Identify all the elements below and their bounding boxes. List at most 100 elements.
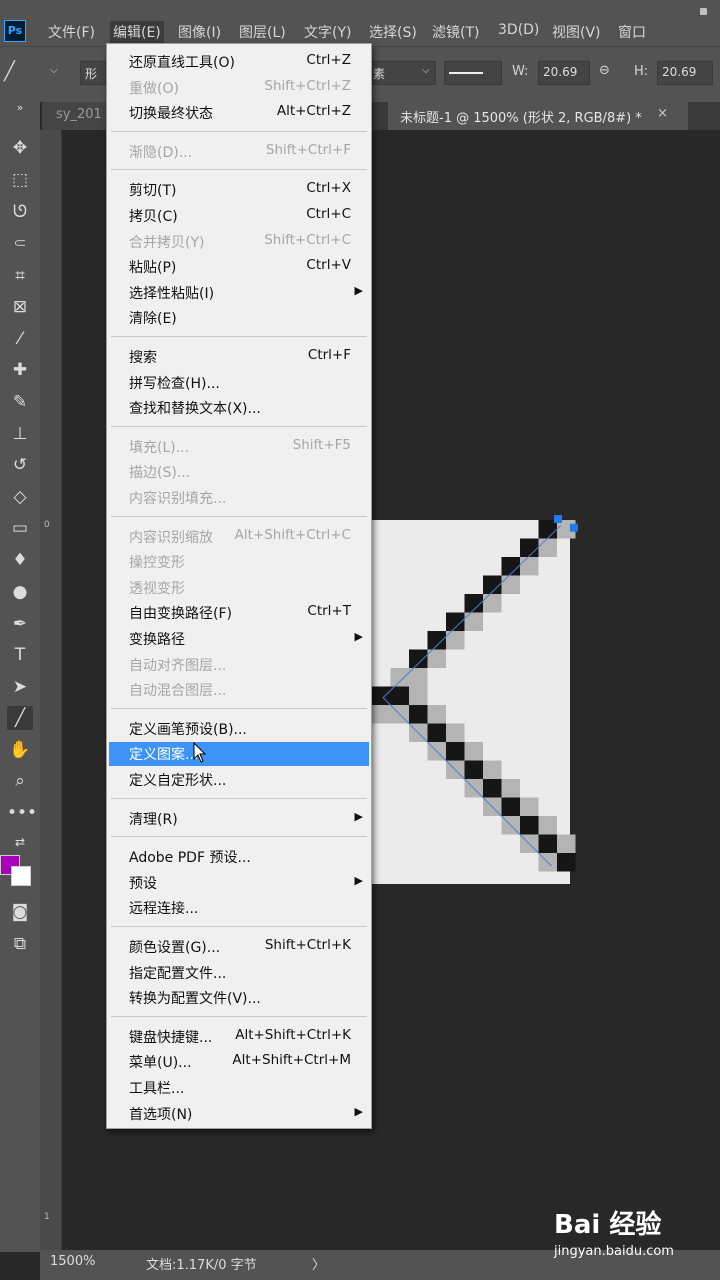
menu-item[interactable]: 颜色设置(G)... Shift+Ctrl+K [109,935,369,959]
menu-edit[interactable]: 编辑(E) [110,21,164,43]
menu-item[interactable]: 定义画笔预设(B)... [109,717,369,741]
gradient-tool-icon[interactable]: ▭ [7,516,33,540]
canvas-pixel [409,668,428,687]
menu-item-shortcut: Ctrl+V [306,257,351,274]
status-arrow-icon[interactable]: 〉 [312,1254,325,1273]
submenu-arrow-icon: ▶ [354,1104,363,1118]
canvas-pixel [427,705,446,724]
crop-tool-icon[interactable]: ⌗ [7,264,33,288]
canvas-pixel [538,834,557,853]
menu-item-label: 还原直线工具(O) [129,55,235,71]
menu-item[interactable]: 自由变换路径(F) Ctrl+T [109,601,369,625]
menu-item[interactable]: 变换路径 ▶ [109,627,369,651]
path-select-icon[interactable]: ➤ [7,675,33,699]
blur-tool-icon[interactable]: ♦ [7,548,33,572]
healing-brush-icon[interactable]: ✚ [7,358,33,382]
menu-item[interactable]: 工具栏... [109,1076,369,1100]
menu-item-label: 重做(O) [129,80,179,97]
menu-item-label: 描边(S)... [129,465,191,482]
dodge-tool-icon[interactable]: ● [7,580,33,604]
menu-file[interactable]: 文件(F) [48,22,95,42]
zoom-tool-icon[interactable]: ⌕ [7,769,33,793]
more-tools-icon[interactable]: ••• [7,801,37,825]
height-label: H: [634,64,649,79]
menu-3d[interactable]: 3D(D) [498,22,539,38]
menu-item[interactable]: Adobe PDF 预设... [109,845,369,869]
menu-separator [111,1015,367,1017]
quick-select-tool-icon[interactable]: ⸦ [7,232,33,256]
chevron-down-icon[interactable]: ⌵ [50,65,58,76]
menu-item[interactable]: 键盘快捷键... Alt+Shift+Ctrl+K [109,1025,369,1049]
menu-item[interactable]: 指定配置文件... [109,961,369,985]
canvas-pixel [520,557,539,576]
stroke-type-select[interactable] [444,61,502,85]
height-input[interactable]: 20.69 [657,61,713,85]
menu-window[interactable]: 窗口 [618,22,646,42]
eraser-tool-icon[interactable]: ◇ [7,485,33,509]
menu-item[interactable]: 定义自定形状... [109,768,369,792]
close-icon[interactable]: × [657,106,668,121]
clone-stamp-icon[interactable]: ⊥ [7,422,33,446]
frame-tool-icon[interactable]: ⊠ [7,295,33,319]
menu-item[interactable]: 查找和替换文本(X)... [109,396,369,420]
menu-item[interactable]: 预设 ▶ [109,871,369,895]
menu-item-label: 转换为配置文件(V)... [129,991,261,1008]
menu-layer[interactable]: 图层(L) [239,22,286,42]
menu-select[interactable]: 选择(S) [369,22,417,42]
menu-image[interactable]: 图像(I) [178,22,221,42]
canvas-pixel [520,538,539,557]
type-tool-icon[interactable]: T [7,643,33,667]
menu-item[interactable]: 转换为配置文件(V)... [109,986,369,1010]
menu-item[interactable]: 清除(E) [109,306,369,330]
menu-item[interactable]: 还原直线工具(O) Ctrl+Z [109,50,369,74]
hand-tool-icon[interactable]: ✋ [7,738,33,762]
menu-item[interactable]: 粘贴(P) Ctrl+V [109,255,369,279]
menu-item[interactable]: 搜索 Ctrl+F [109,345,369,369]
menu-item: 渐隐(D)... Shift+Ctrl+F [109,140,369,164]
menu-item[interactable]: 选择性粘贴(I) ▶ [109,281,369,305]
window-control-icon[interactable] [700,8,707,15]
submenu-arrow-icon: ▶ [354,630,363,643]
collapse-icon[interactable]: » [7,96,33,120]
menu-type[interactable]: 文字(Y) [304,22,351,42]
canvas-pixel [372,705,391,724]
document-canvas[interactable] [372,515,578,884]
menu-view[interactable]: 视图(V) [552,22,601,42]
lasso-tool-icon[interactable]: ᘎ [7,200,33,224]
screen-mode-icon[interactable]: ⧉ [7,932,33,956]
width-input[interactable]: 20.69 [538,61,590,85]
menu-item[interactable]: 定义图案... [109,742,369,767]
menu-item: 自动对齐图层... [109,653,369,677]
menu-item[interactable]: 远程连接... [109,896,369,920]
menu-item[interactable]: 拼写检查(H)... [109,371,369,395]
chevron-down-icon[interactable]: ⌵ [422,65,430,76]
anchor-point[interactable] [569,523,578,532]
menu-item[interactable]: 切换最终状态 Alt+Ctrl+Z [109,101,369,125]
tab-document-1[interactable]: sy_201 [42,102,112,130]
line-tool-icon[interactable]: ╱ [4,61,15,82]
canvas-pixel [483,760,502,779]
menu-item[interactable]: 清理(R) ▶ [109,807,369,831]
tab-document-2[interactable]: 未标题-1 @ 1500% (形状 2, RGB/8#) * × [388,102,688,130]
menu-item[interactable]: 首选项(N) ▶ [109,1102,369,1126]
swap-colors-icon[interactable]: ⇄ [7,830,33,854]
menu-item[interactable]: 菜单(U)... Alt+Shift+Ctrl+M [109,1050,369,1074]
menu-filter[interactable]: 滤镜(T) [432,22,479,42]
brush-tool-icon[interactable]: ✎ [7,390,33,414]
move-tool-icon[interactable]: ✥ [7,136,33,160]
menu-item[interactable]: 剪切(T) Ctrl+X [109,178,369,202]
canvas-pixel [409,705,428,724]
eyedropper-tool-icon[interactable]: ⁄ [7,327,33,351]
background-color-swatch[interactable] [11,866,31,886]
canvas-pixel [520,816,539,835]
menu-item[interactable]: 拷贝(C) Ctrl+C [109,204,369,228]
line-tool-icon[interactable]: ╱ [7,706,33,730]
marquee-tool-icon[interactable]: ⬚ [7,168,33,192]
pen-tool-icon[interactable]: ✒ [7,612,33,636]
shape-mode-select[interactable]: 形 [80,61,106,85]
quick-mask-icon[interactable]: ◙ [7,900,33,924]
anchor-point[interactable] [554,515,562,523]
zoom-level[interactable]: 1500% [50,1254,95,1269]
link-icon[interactable]: ⊖ [599,63,610,78]
history-brush-icon[interactable]: ↺ [7,453,33,477]
